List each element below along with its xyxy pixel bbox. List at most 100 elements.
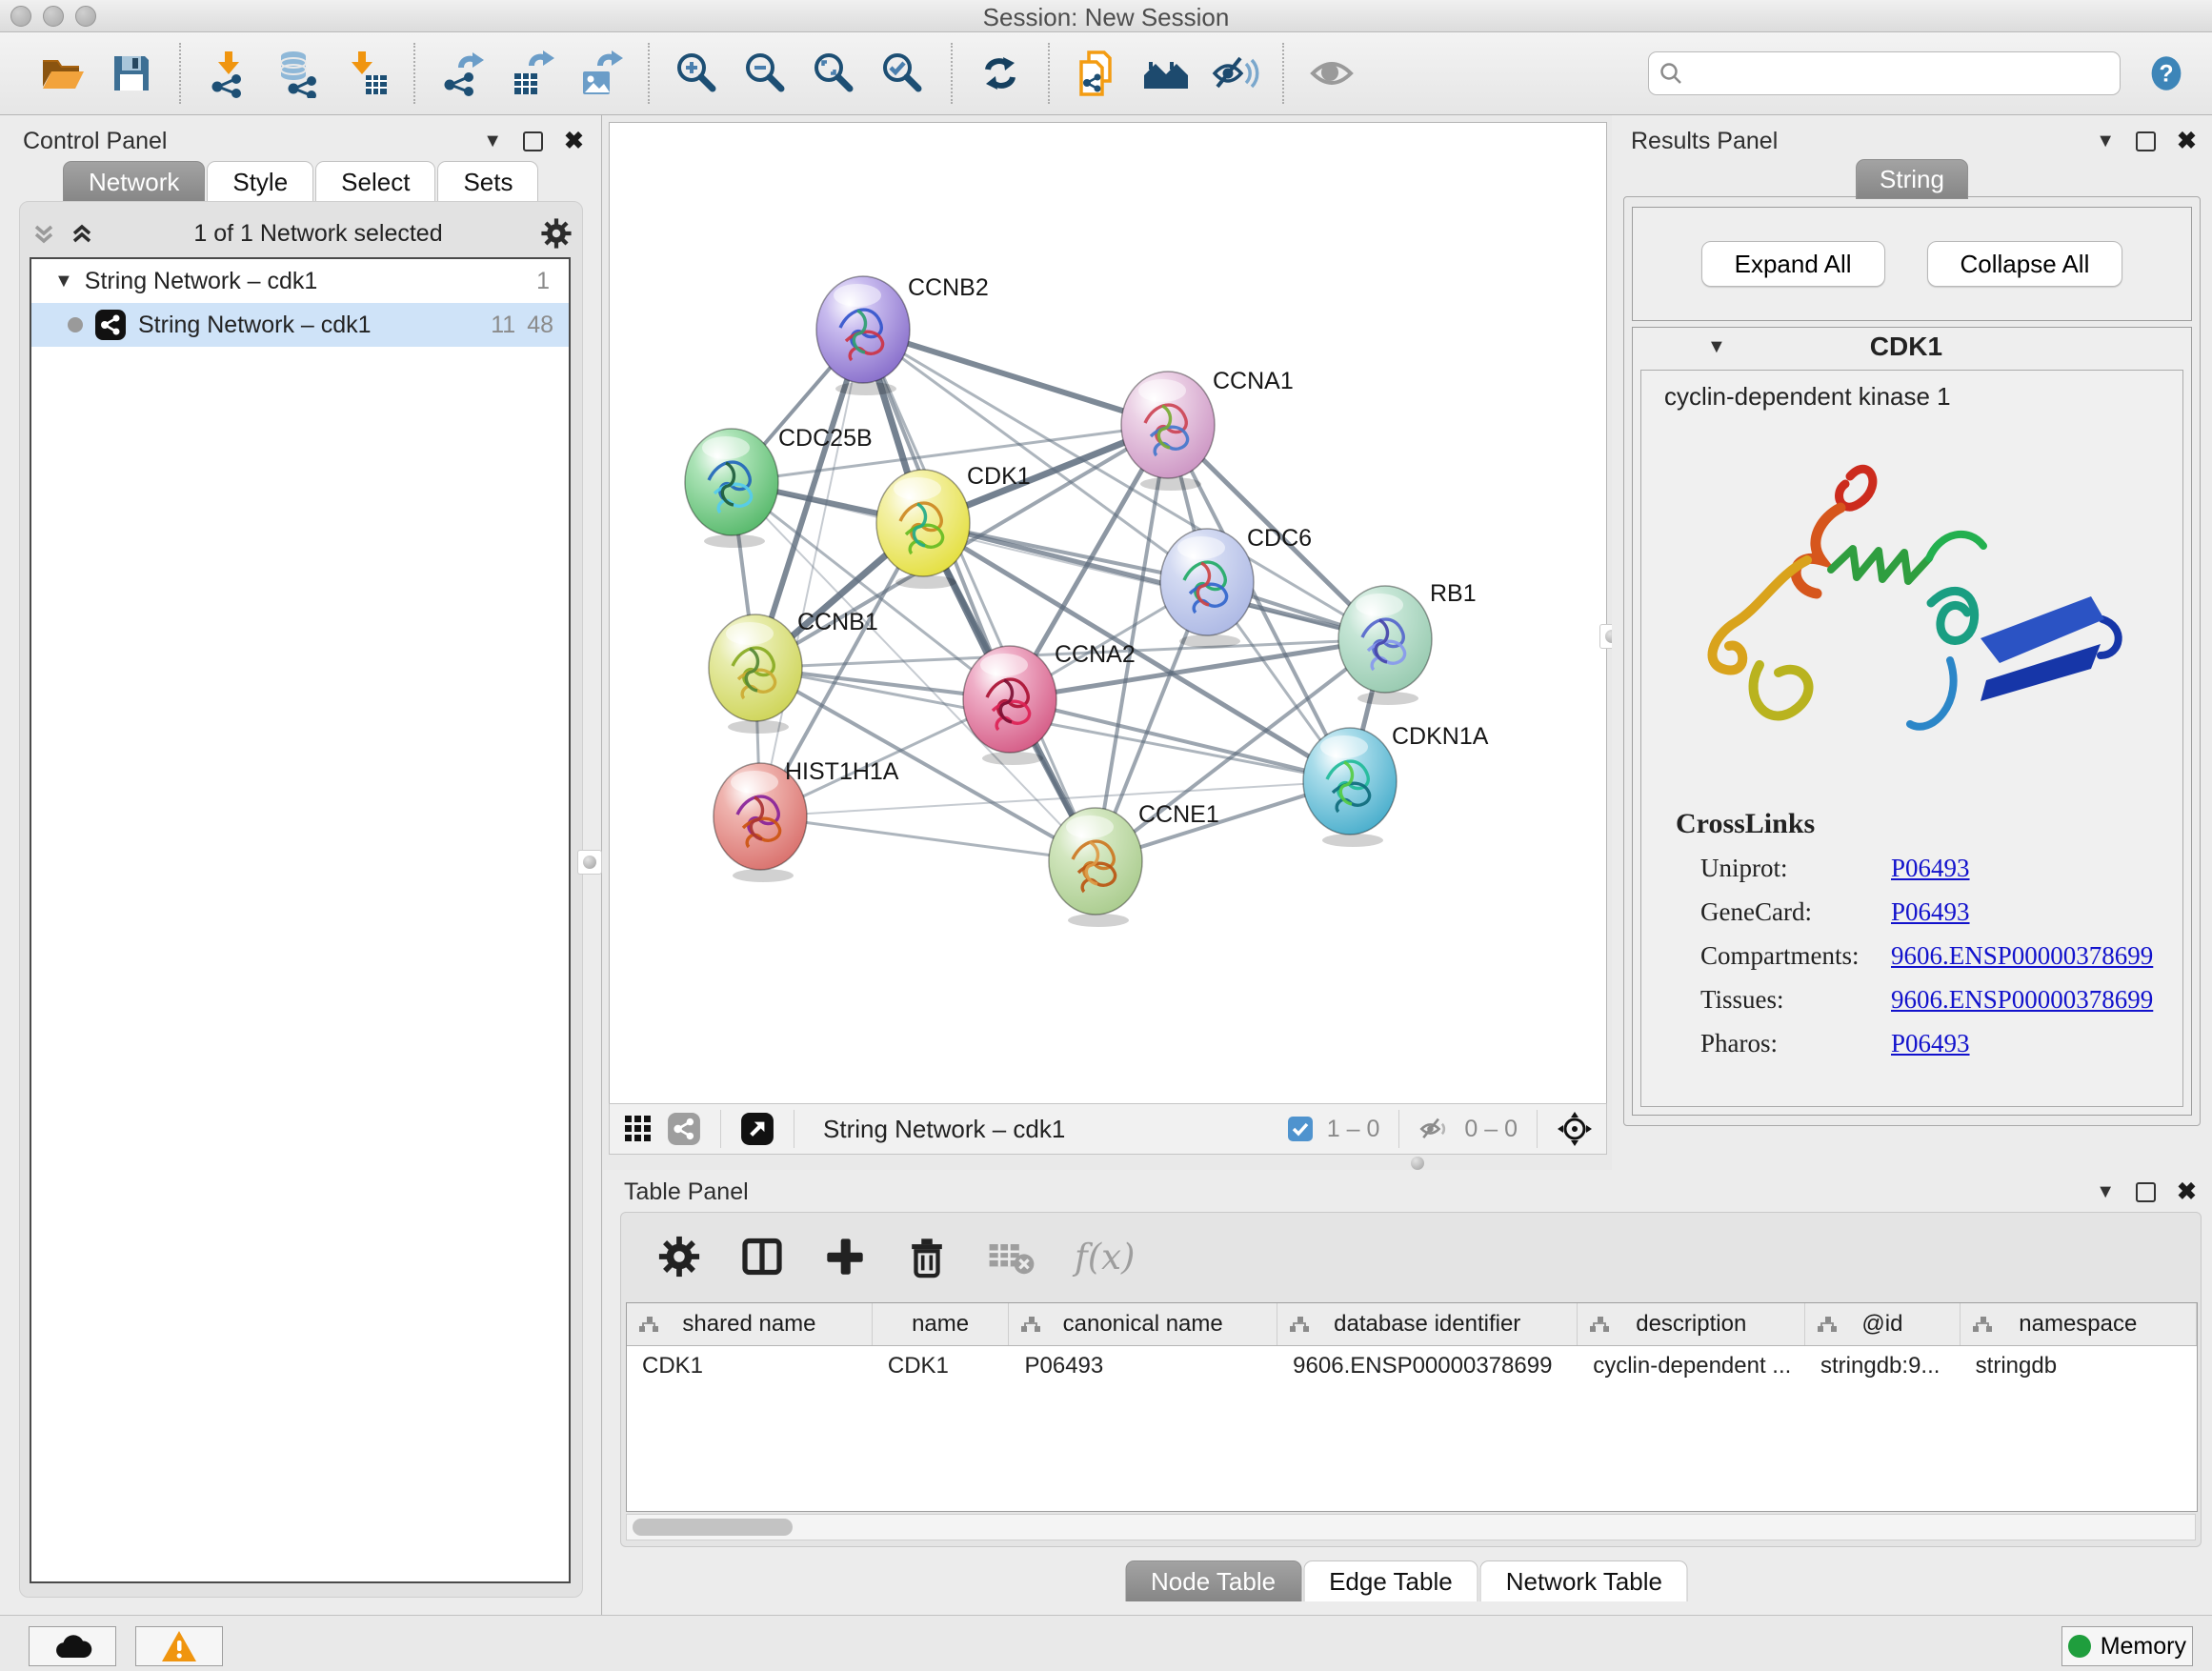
table-panel-float-button[interactable]: [2136, 1182, 2156, 1202]
column-header-databaseidentifier[interactable]: database identifier: [1277, 1303, 1578, 1345]
column-header-name[interactable]: name: [873, 1303, 1009, 1345]
cloud-status-button[interactable]: [29, 1626, 116, 1666]
crosslink-link[interactable]: P06493: [1891, 1029, 1970, 1058]
table-cell[interactable]: stringdb:9...: [1805, 1346, 1961, 1386]
table-row[interactable]: CDK1CDK1P064939606.ENSP00000378699cyclin…: [627, 1346, 2197, 1386]
crosslink-link[interactable]: P06493: [1891, 854, 1970, 883]
left-splitter-handle[interactable]: [577, 850, 602, 875]
home-button[interactable]: [1139, 47, 1193, 100]
table-options-button[interactable]: [657, 1232, 701, 1281]
table-cell[interactable]: P06493: [1009, 1346, 1277, 1386]
toolbar-separator: [1282, 43, 1284, 104]
table-cell[interactable]: stringdb: [1961, 1346, 2197, 1386]
warnings-button[interactable]: [135, 1626, 223, 1666]
table-panel-close-button[interactable]: ✖: [2177, 1178, 2197, 1206]
save-session-button[interactable]: [105, 47, 158, 100]
control-panel-float-button[interactable]: [523, 131, 543, 151]
export-network-button[interactable]: [436, 47, 490, 100]
node-CDK1[interactable]: CDK1: [876, 463, 1031, 589]
create-column-button[interactable]: [823, 1232, 867, 1281]
results-panel-float-button[interactable]: [2136, 131, 2156, 151]
open-in-window-icon[interactable]: [740, 1112, 774, 1146]
refresh-button[interactable]: [974, 47, 1027, 100]
collection-expander-icon[interactable]: ▼: [54, 271, 73, 292]
column-header-namespace[interactable]: namespace: [1961, 1303, 2197, 1345]
scrollbar-thumb[interactable]: [633, 1519, 793, 1536]
node-CDC25B[interactable]: CDC25B: [685, 425, 873, 548]
control-panel-close-button[interactable]: ✖: [564, 127, 584, 155]
memory-button[interactable]: Memory: [2061, 1626, 2193, 1666]
import-network-from-file-button[interactable]: [202, 47, 255, 100]
node-CDC6[interactable]: CDC6: [1160, 525, 1312, 648]
node-CCNB1[interactable]: CCNB1: [709, 609, 878, 734]
network-options-gear-icon[interactable]: [540, 217, 573, 250]
column-header-sharedname[interactable]: shared name: [627, 1303, 873, 1345]
node-CDKN1A[interactable]: CDKN1A: [1303, 723, 1489, 847]
results-panel-close-button[interactable]: ✖: [2177, 127, 2197, 155]
help-button[interactable]: ?: [2142, 49, 2191, 98]
selected-checkbox-icon[interactable]: [1287, 1116, 1314, 1142]
network-view-toggle-icon[interactable]: [667, 1112, 701, 1146]
tab-string[interactable]: String: [1856, 159, 1968, 199]
results-panel-menu-button[interactable]: ▼: [2096, 131, 2115, 152]
tab-edge-table[interactable]: Edge Table: [1303, 1560, 1478, 1601]
show-all-button[interactable]: [1305, 47, 1358, 100]
import-table-from-file-button[interactable]: [339, 47, 392, 100]
tab-style[interactable]: Style: [207, 161, 313, 202]
gene-expander-icon[interactable]: ▼: [1707, 336, 1726, 358]
column-header-canonicalname[interactable]: canonical name: [1009, 1303, 1277, 1345]
network-canvas[interactable]: CCNB2 CCNA1 CDC25BCDK1 CDC6RB1 CCNB1 CCNA2 CDK…: [609, 122, 1607, 1105]
table-panel-menu-button[interactable]: ▼: [2096, 1181, 2115, 1203]
edge-HIST1H1A-CCNE1[interactable]: [760, 816, 1096, 861]
tab-select[interactable]: Select: [315, 161, 435, 202]
export-image-button[interactable]: [573, 47, 627, 100]
column-header-id[interactable]: @id: [1805, 1303, 1960, 1345]
crosslink-link[interactable]: P06493: [1891, 897, 1970, 927]
expand-all-icon[interactable]: [68, 219, 96, 248]
network-row[interactable]: String Network – cdk1 11 48: [31, 303, 569, 347]
bottom-splitter-handle[interactable]: [1411, 1157, 1424, 1170]
zoom-in-button[interactable]: [671, 47, 724, 100]
node-CCNE1[interactable]: CCNE1: [1049, 801, 1219, 927]
zoom-fit-button[interactable]: [808, 47, 861, 100]
tab-network[interactable]: Network: [63, 161, 205, 202]
node-CCNA2[interactable]: CCNA2: [963, 641, 1136, 765]
column-header-description[interactable]: description: [1578, 1303, 1805, 1345]
open-session-button[interactable]: [36, 47, 90, 100]
tab-node-table[interactable]: Node Table: [1125, 1560, 1301, 1601]
gene-section-header[interactable]: ▼ CDK1: [1633, 328, 2191, 366]
edge-CDK1-RB1[interactable]: [923, 523, 1385, 639]
collapse-all-icon[interactable]: [30, 219, 58, 248]
grid-view-icon[interactable]: [623, 1114, 654, 1144]
birds-eye-view-icon[interactable]: [1557, 1111, 1593, 1147]
tab-network-table[interactable]: Network Table: [1480, 1560, 1688, 1601]
delete-columns-button[interactable]: [905, 1232, 949, 1281]
node-CCNA1[interactable]: CCNA1: [1121, 368, 1294, 491]
delete-table-button[interactable]: [987, 1232, 1036, 1281]
node-RB1[interactable]: RB1: [1338, 580, 1477, 705]
node-HIST1H1A[interactable]: HIST1H1A: [714, 758, 899, 882]
crosslink-link[interactable]: 9606.ENSP00000378699: [1891, 941, 2153, 971]
node-CCNB2[interactable]: CCNB2: [816, 274, 989, 395]
zoom-selected-button[interactable]: [876, 47, 930, 100]
string-documents-button[interactable]: [1071, 47, 1124, 100]
zoom-out-button[interactable]: [739, 47, 793, 100]
show-columns-button[interactable]: [739, 1232, 785, 1281]
table-cell[interactable]: cyclin-dependent ...: [1578, 1346, 1805, 1386]
table-cell[interactable]: 9606.ENSP00000378699: [1277, 1346, 1578, 1386]
control-panel-menu-button[interactable]: ▼: [483, 131, 502, 152]
collapse-all-button[interactable]: Collapse All: [1927, 241, 2123, 287]
toolbar-separator: [179, 43, 181, 104]
function-builder-button[interactable]: f(x): [1075, 1232, 1135, 1281]
expand-all-button[interactable]: Expand All: [1701, 241, 1885, 287]
network-collection-row[interactable]: ▼ String Network – cdk1 1: [31, 259, 569, 303]
export-table-button[interactable]: [505, 47, 558, 100]
tab-sets[interactable]: Sets: [437, 161, 538, 202]
hide-selected-button[interactable]: [1208, 47, 1261, 100]
table-cell[interactable]: CDK1: [627, 1346, 873, 1386]
table-cell[interactable]: CDK1: [873, 1346, 1010, 1386]
import-network-from-database-button[interactable]: [271, 47, 324, 100]
search-input[interactable]: [1691, 59, 2110, 88]
table-horizontal-scrollbar[interactable]: [626, 1514, 2196, 1540]
crosslink-link[interactable]: 9606.ENSP00000378699: [1891, 985, 2153, 1015]
